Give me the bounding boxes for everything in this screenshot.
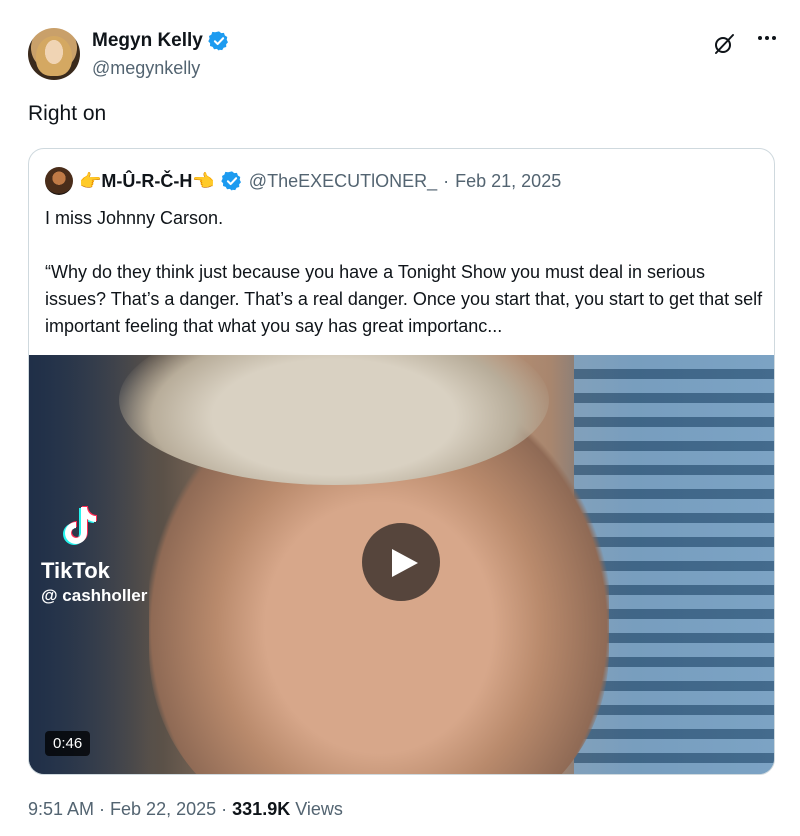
grok-icon[interactable] — [712, 32, 736, 56]
video-player[interactable]: TikTok @ cashholler 0:46 — [29, 355, 774, 774]
quoted-author-handle[interactable]: @TheEXECUTlONER_ — [249, 171, 437, 192]
tiktok-logo-icon — [63, 506, 97, 545]
quoted-author-avatar[interactable] — [45, 167, 73, 195]
video-duration: 0:46 — [45, 731, 91, 756]
author-avatar[interactable] — [28, 28, 80, 80]
tiktok-username: @ cashholler — [41, 586, 148, 605]
tiktok-watermark: TikTok @ cashholler — [41, 505, 147, 606]
quoted-tweet-line-2: “Why do they think just because you have… — [45, 262, 763, 336]
more-icon[interactable] — [758, 36, 776, 40]
separator-dot: · — [443, 170, 450, 191]
verified-badge-icon — [208, 31, 228, 51]
quoted-tweet-body: I miss Johnny Carson. “Why do they think… — [45, 205, 765, 340]
quoted-tweet[interactable]: 👉M-Û-R-Č-H👈 @TheEXECUTlONER_ · Feb 21, 2… — [28, 148, 775, 775]
quoted-tweet-date[interactable]: Feb 21, 2025 — [455, 171, 561, 192]
tiktok-name: TikTok — [41, 558, 110, 583]
author-name-row: Megyn Kelly — [92, 30, 230, 52]
views-count[interactable]: 331.9K — [232, 799, 290, 819]
author-display-name[interactable]: Megyn Kelly — [92, 30, 203, 52]
tweet-meta: 9:51 AM · Feb 22, 2025 · 331.9K Views — [28, 799, 343, 820]
tweet-header: Megyn Kelly @megynkelly — [28, 28, 776, 84]
play-icon — [392, 549, 418, 577]
tweet-timestamp[interactable]: 9:51 AM · Feb 22, 2025 — [28, 799, 216, 819]
tweet-text: Right on — [28, 102, 107, 125]
quoted-author-display-name[interactable]: 👉M-Û-R-Č-H👈 — [79, 171, 215, 192]
author-handle[interactable]: @megynkelly — [92, 58, 200, 79]
separator-dot: · — [221, 799, 228, 819]
views-label: Views — [295, 799, 343, 819]
play-button[interactable] — [362, 523, 440, 601]
quoted-tweet-header: 👉M-Û-R-Č-H👈 @TheEXECUTlONER_ · Feb 21, 2… — [45, 167, 561, 195]
quoted-tweet-line-1: I miss Johnny Carson. — [45, 208, 224, 228]
verified-badge-icon — [221, 171, 241, 191]
